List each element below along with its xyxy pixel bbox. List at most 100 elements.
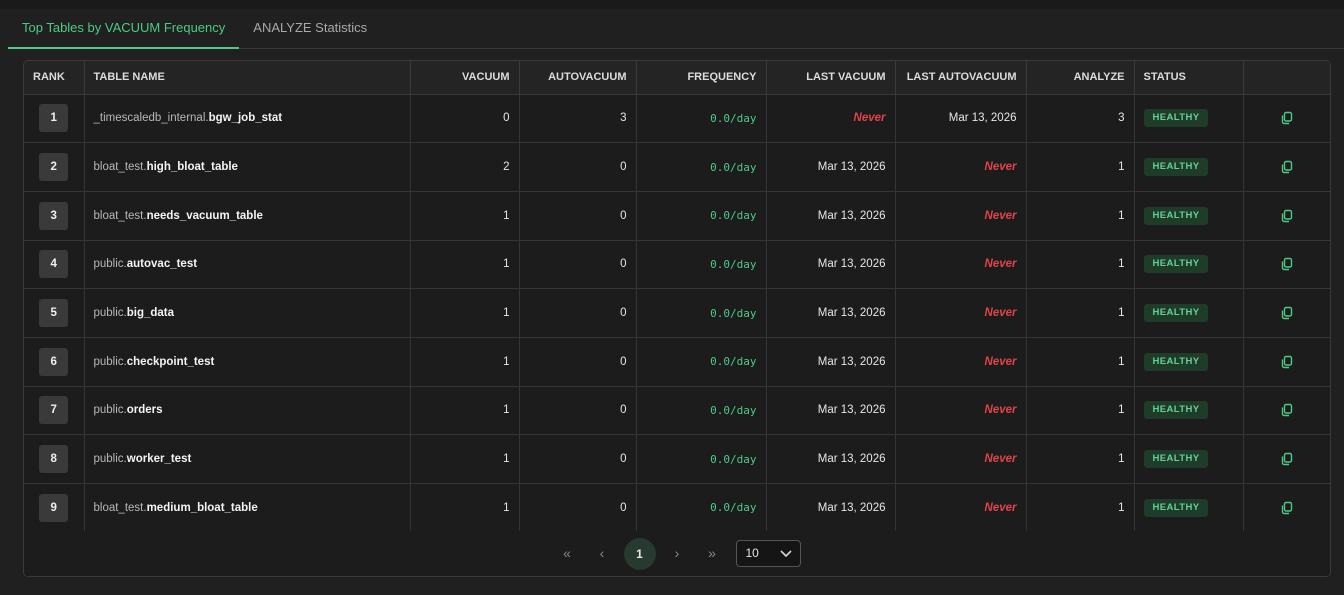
status-cell: HEALTHY — [1134, 142, 1244, 192]
schema-name: _timescaledb_internal. — [93, 112, 209, 125]
header-autovacuum[interactable]: AUTOVACUUM — [519, 61, 637, 95]
status-badge: HEALTHY — [1143, 498, 1209, 517]
table-row[interactable]: 6 public.checkpoint_test 1 0 0.0/day Mar… — [24, 337, 1330, 387]
rank-cell: 4 — [24, 240, 85, 290]
table-row[interactable]: 2 bloat_test.high_bloat_table 2 0 0.0/da… — [24, 142, 1330, 192]
status-cell: HEALTHY — [1134, 191, 1244, 241]
last-autovacuum-cell: Never — [895, 483, 1027, 533]
table-row[interactable]: 4 public.autovac_test 1 0 0.0/day Mar 13… — [24, 240, 1330, 290]
last-autovacuum-cell: Never — [895, 434, 1027, 484]
table-name-cell: _timescaledb_internal.bgw_job_stat — [84, 94, 411, 144]
next-page-button[interactable]: › — [664, 540, 691, 567]
actions-cell — [1243, 191, 1330, 241]
last-autovacuum-cell: Never — [895, 337, 1027, 387]
rank-cell: 3 — [24, 191, 85, 241]
header-rank[interactable]: RANK — [24, 61, 85, 95]
table-row[interactable]: 7 public.orders 1 0 0.0/day Mar 13, 2026… — [24, 386, 1330, 436]
actions-cell — [1243, 483, 1330, 533]
vacuum-count: 1 — [410, 288, 520, 338]
first-page-button[interactable]: « — [554, 540, 581, 567]
autovacuum-count: 0 — [519, 240, 637, 290]
rank-cell: 1 — [24, 94, 85, 144]
table-name: high_bloat_table — [146, 161, 238, 174]
page-size-select[interactable]: 10 — [735, 540, 801, 567]
actions-cell — [1243, 240, 1330, 290]
prev-page-button[interactable]: ‹ — [589, 540, 616, 567]
last-vacuum-cell: Mar 13, 2026 — [766, 142, 896, 192]
status-cell: HEALTHY — [1134, 94, 1244, 144]
schema-name: bloat_test. — [93, 161, 147, 174]
copy-icon[interactable] — [1280, 501, 1294, 515]
table-row[interactable]: 5 public.big_data 1 0 0.0/day Mar 13, 20… — [24, 288, 1330, 338]
copy-icon[interactable] — [1280, 160, 1294, 174]
copy-icon[interactable] — [1280, 209, 1294, 223]
vacuum-count: 1 — [410, 240, 520, 290]
status-cell: HEALTHY — [1134, 434, 1244, 484]
header-vacuum[interactable]: VACUUM — [410, 61, 520, 95]
last-page-button[interactable]: » — [699, 540, 726, 567]
table-row[interactable]: 1 _timescaledb_internal.bgw_job_stat 0 3… — [24, 94, 1330, 144]
copy-icon[interactable] — [1280, 257, 1294, 271]
table-body: 1 _timescaledb_internal.bgw_job_stat 0 3… — [24, 94, 1330, 533]
table-name-cell: public.big_data — [84, 288, 411, 338]
frequency-value: 0.0/day — [710, 306, 757, 320]
table-row[interactable]: 9 bloat_test.medium_bloat_table 1 0 0.0/… — [24, 483, 1330, 533]
analyze-count: 1 — [1026, 483, 1135, 533]
autovacuum-count: 0 — [519, 191, 637, 241]
rank-badge: 4 — [39, 250, 69, 279]
rank-badge: 6 — [39, 347, 69, 376]
page-1-button[interactable]: 1 — [623, 537, 656, 570]
tab-analyze-statistics[interactable]: ANALYZE Statistics — [239, 9, 381, 49]
table-name: autovac_test — [126, 258, 198, 271]
actions-cell — [1243, 434, 1330, 484]
header-analyze[interactable]: ANALYZE — [1026, 61, 1135, 95]
vacuum-count: 0 — [410, 94, 520, 144]
copy-icon[interactable] — [1280, 355, 1294, 369]
tab-top-tables-vacuum[interactable]: Top Tables by VACUUM Frequency — [8, 9, 240, 49]
last-autovacuum-cell: Never — [895, 142, 1027, 192]
schema-name: public. — [93, 404, 127, 417]
header-last-autovacuum[interactable]: LAST AUTOVACUUM — [895, 61, 1027, 95]
last-vacuum-value: Mar 13, 2026 — [817, 355, 886, 368]
last-vacuum-value: Mar 13, 2026 — [817, 501, 886, 514]
last-vacuum-value: Mar 13, 2026 — [817, 161, 886, 174]
table-name-cell: public.orders — [84, 386, 411, 436]
header-status[interactable]: STATUS — [1134, 61, 1244, 95]
frequency-cell: 0.0/day — [636, 288, 767, 338]
last-autovacuum-cell: Never — [895, 386, 1027, 436]
schema-name: public. — [93, 355, 127, 368]
last-autovacuum-value: Never — [984, 161, 1017, 174]
vacuum-frequency-table: RANK TABLE NAME VACUUM AUTOVACUUM FREQUE… — [24, 61, 1330, 533]
last-autovacuum-value: Never — [984, 453, 1017, 466]
copy-icon[interactable] — [1280, 403, 1294, 417]
frequency-cell: 0.0/day — [636, 337, 767, 387]
copy-icon[interactable] — [1280, 452, 1294, 466]
last-autovacuum-value: Mar 13, 2026 — [948, 112, 1017, 125]
rank-badge: 5 — [39, 299, 69, 328]
last-autovacuum-cell: Never — [895, 288, 1027, 338]
autovacuum-count: 0 — [519, 288, 637, 338]
header-table-name[interactable]: TABLE NAME — [84, 61, 411, 95]
header-frequency[interactable]: FREQUENCY — [636, 61, 767, 95]
last-autovacuum-value: Never — [984, 501, 1017, 514]
header-last-vacuum[interactable]: LAST VACUUM — [766, 61, 896, 95]
status-cell: HEALTHY — [1134, 386, 1244, 436]
copy-icon[interactable] — [1280, 111, 1294, 125]
status-cell: HEALTHY — [1134, 483, 1244, 533]
table-row[interactable]: 3 bloat_test.needs_vacuum_table 1 0 0.0/… — [24, 191, 1330, 241]
last-vacuum-cell: Mar 13, 2026 — [766, 191, 896, 241]
last-vacuum-value: Mar 13, 2026 — [817, 258, 886, 271]
last-autovacuum-value: Never — [984, 209, 1017, 222]
last-vacuum-cell: Mar 13, 2026 — [766, 288, 896, 338]
table-row[interactable]: 8 public.worker_test 1 0 0.0/day Mar 13,… — [24, 434, 1330, 484]
status-badge: HEALTHY — [1143, 450, 1209, 469]
vacuum-count: 2 — [410, 142, 520, 192]
autovacuum-count: 3 — [519, 94, 637, 144]
status-badge: HEALTHY — [1143, 206, 1209, 225]
table-name: big_data — [126, 307, 175, 320]
analyze-count: 3 — [1026, 94, 1135, 144]
copy-icon[interactable] — [1280, 306, 1294, 320]
rank-cell: 6 — [24, 337, 85, 387]
table-name: orders — [126, 404, 163, 417]
last-vacuum-cell: Mar 13, 2026 — [766, 386, 896, 436]
